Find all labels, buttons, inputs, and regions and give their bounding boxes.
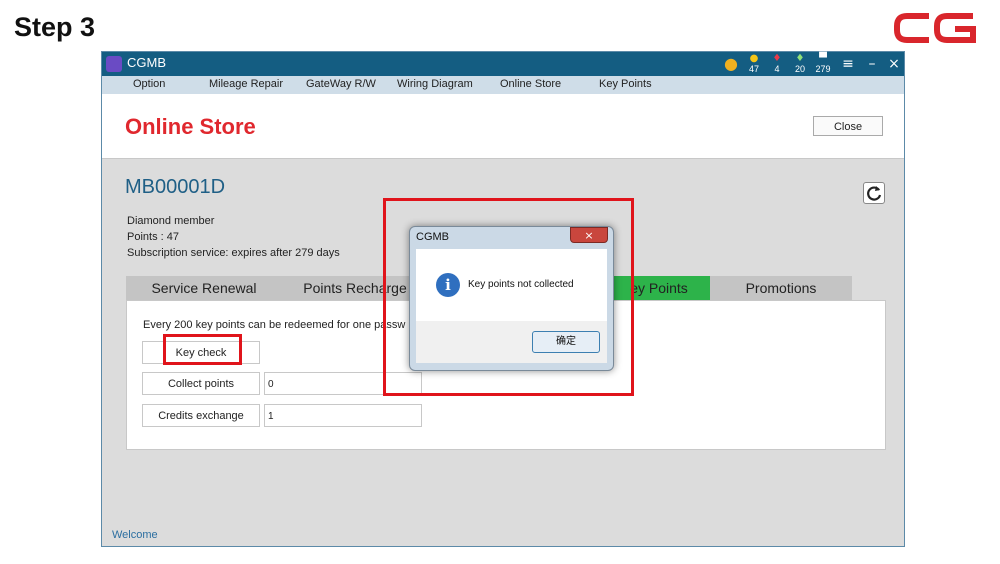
close-window-button[interactable]: × bbox=[884, 54, 904, 74]
title-bar: CGMB ● ● 47 ♦ 4 ♦ 20 ▀ 279 ≡ – × bbox=[102, 52, 904, 76]
credits-exchange-field[interactable]: 1 bbox=[264, 404, 422, 427]
key-check-highlight bbox=[163, 334, 242, 365]
diamond-icon: ♦ bbox=[795, 53, 805, 64]
menu-bar: Option Mileage Repair GateWay R/W Wiring… bbox=[102, 76, 904, 94]
ruby-count: 4 bbox=[774, 64, 780, 74]
window-title: CGMB bbox=[127, 55, 166, 70]
ruby-stat: ♦ 4 bbox=[766, 53, 788, 75]
refresh-button[interactable] bbox=[863, 182, 885, 204]
page-header: Online Store Close bbox=[102, 94, 904, 159]
points-balance: Points : 47 bbox=[127, 231, 179, 243]
menu-online-store[interactable]: Online Store bbox=[500, 78, 561, 90]
menu-option[interactable]: Option bbox=[133, 78, 165, 90]
cg-logo bbox=[894, 13, 976, 43]
page-title: Online Store bbox=[125, 114, 256, 139]
coin-count: 47 bbox=[748, 64, 759, 74]
redeem-description: Every 200 key points can be redeemed for… bbox=[143, 319, 406, 331]
minimize-button[interactable]: – bbox=[862, 54, 882, 74]
tab-service-renewal[interactable]: Service Renewal bbox=[126, 276, 282, 300]
app-icon bbox=[106, 56, 122, 72]
subscription-status: Subscription service: expires after 279 … bbox=[127, 247, 340, 259]
coin-stat: ● 47 bbox=[743, 53, 765, 75]
ruby-icon: ♦ bbox=[772, 53, 782, 64]
close-button[interactable]: Close bbox=[813, 116, 883, 136]
diamond-count: 20 bbox=[794, 64, 805, 74]
medal-stat: ● bbox=[720, 53, 742, 75]
credits-exchange-button[interactable]: Credits exchange bbox=[142, 404, 260, 427]
status-text: Welcome bbox=[112, 529, 158, 541]
menu-key-points[interactable]: Key Points bbox=[599, 78, 652, 90]
menu-wiring-diagram[interactable]: Wiring Diagram bbox=[397, 78, 473, 90]
medal-icon: ● bbox=[724, 54, 738, 73]
step-title: Step 3 bbox=[14, 12, 96, 42]
coin-icon: ● bbox=[749, 53, 759, 64]
calendar-stat: ▀ 279 bbox=[812, 53, 834, 75]
calendar-icon: ▀ bbox=[819, 53, 827, 64]
collect-points-button[interactable]: Collect points bbox=[142, 372, 260, 395]
menu-mileage-repair[interactable]: Mileage Repair bbox=[209, 78, 283, 90]
member-level: Diamond member bbox=[127, 215, 215, 227]
tab-promotions[interactable]: Promotions bbox=[710, 276, 852, 300]
account-id: MB00001D bbox=[125, 176, 226, 198]
diamond-stat: ♦ 20 bbox=[789, 53, 811, 75]
menu-icon[interactable]: ≡ bbox=[838, 54, 858, 74]
dialog-highlight bbox=[383, 198, 634, 396]
menu-gateway-rw[interactable]: GateWay R/W bbox=[306, 78, 376, 90]
refresh-icon bbox=[867, 186, 882, 201]
days-count: 279 bbox=[815, 64, 831, 74]
